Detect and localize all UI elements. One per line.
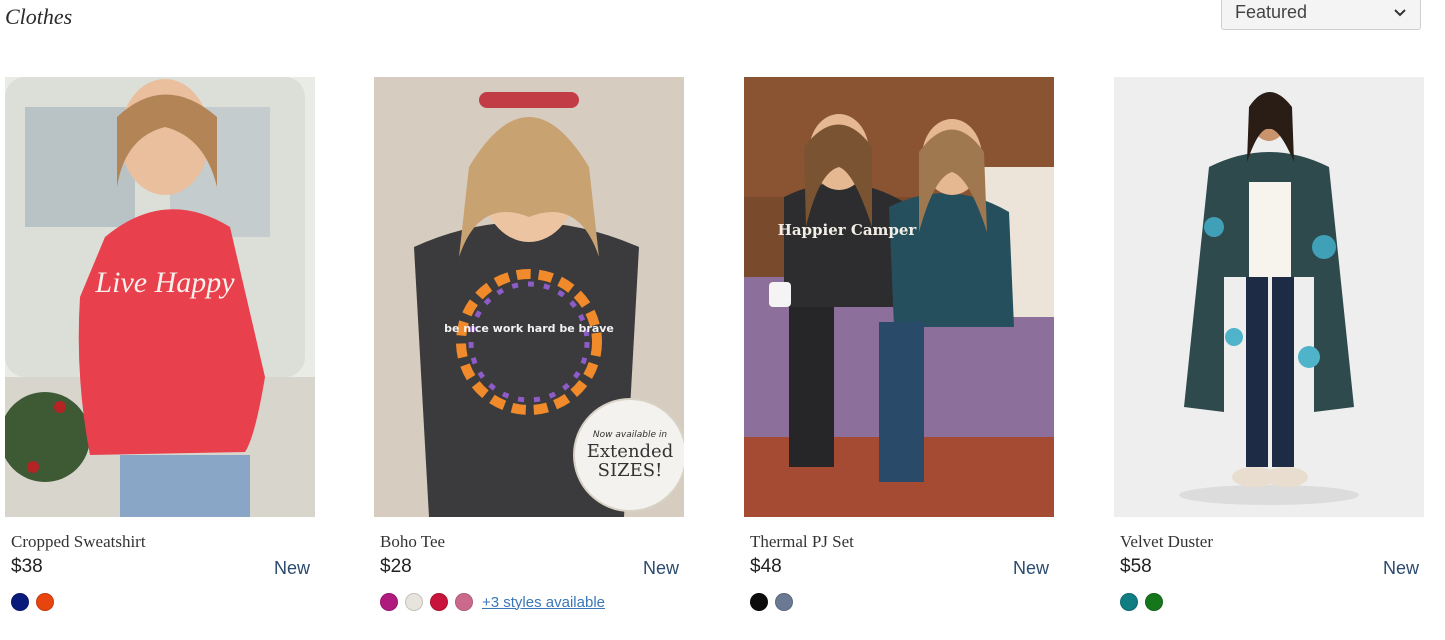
product-name[interactable]: Cropped Sweatshirt [11, 532, 146, 552]
color-swatches [1120, 593, 1163, 611]
product-image[interactable] [1114, 77, 1424, 517]
new-badge: New [1012, 558, 1049, 578]
product-card-thermal-pj-set[interactable]: Happier Camper Thermal PJ Set $48 New [744, 77, 1054, 611]
color-swatch[interactable] [405, 593, 423, 611]
sticker-line1: Now available in [593, 430, 667, 440]
color-swatch[interactable] [36, 593, 54, 611]
product-image[interactable]: be nice work hard be brave Now available… [374, 77, 684, 517]
product-price: $58 [1120, 556, 1152, 577]
pj-print: Happier Camper [778, 221, 918, 239]
product-name[interactable]: Velvet Duster [1120, 532, 1213, 552]
sticker-line3: SIZES! [598, 460, 663, 481]
product-name[interactable]: Boho Tee [380, 532, 445, 552]
product-card-boho-tee[interactable]: be nice work hard be brave Now available… [374, 77, 684, 611]
sort-select[interactable]: Featured [1221, 0, 1421, 30]
color-swatch[interactable] [380, 593, 398, 611]
color-swatches [11, 593, 54, 611]
color-swatch[interactable] [430, 593, 448, 611]
new-badge: New [642, 558, 679, 578]
sticker-line2: Extended [587, 441, 673, 462]
new-badge: New [1382, 558, 1419, 578]
color-swatch[interactable] [11, 593, 29, 611]
product-price: $48 [750, 556, 782, 577]
color-swatch[interactable] [1120, 593, 1138, 611]
product-image[interactable]: Happier Camper [744, 77, 1054, 517]
page-title: Clothes [5, 4, 73, 29]
color-swatch[interactable] [1145, 593, 1163, 611]
product-price: $38 [11, 556, 43, 577]
color-swatch[interactable] [455, 593, 473, 611]
chevron-down-icon [1394, 9, 1406, 17]
product-name[interactable]: Thermal PJ Set [750, 532, 854, 552]
new-badge: New [273, 558, 310, 578]
color-swatch[interactable] [775, 593, 793, 611]
color-swatches [750, 593, 793, 611]
more-styles-link[interactable]: +3 styles available [482, 594, 605, 611]
tee-print: be nice work hard be brave [444, 322, 614, 335]
product-image[interactable]: Live Happy [5, 77, 315, 517]
sort-selected-value: Featured [1235, 1, 1308, 22]
color-swatch[interactable] [750, 593, 768, 611]
product-price: $28 [380, 556, 412, 577]
product-card-velvet-duster[interactable]: Velvet Duster $58 New [1114, 77, 1424, 611]
product-card-cropped-sweatshirt[interactable]: Live Happy Cropped Sweatshirt $38 New [5, 77, 315, 611]
color-swatches: +3 styles available [380, 593, 605, 611]
sweatshirt-print: Live Happy [94, 266, 235, 299]
